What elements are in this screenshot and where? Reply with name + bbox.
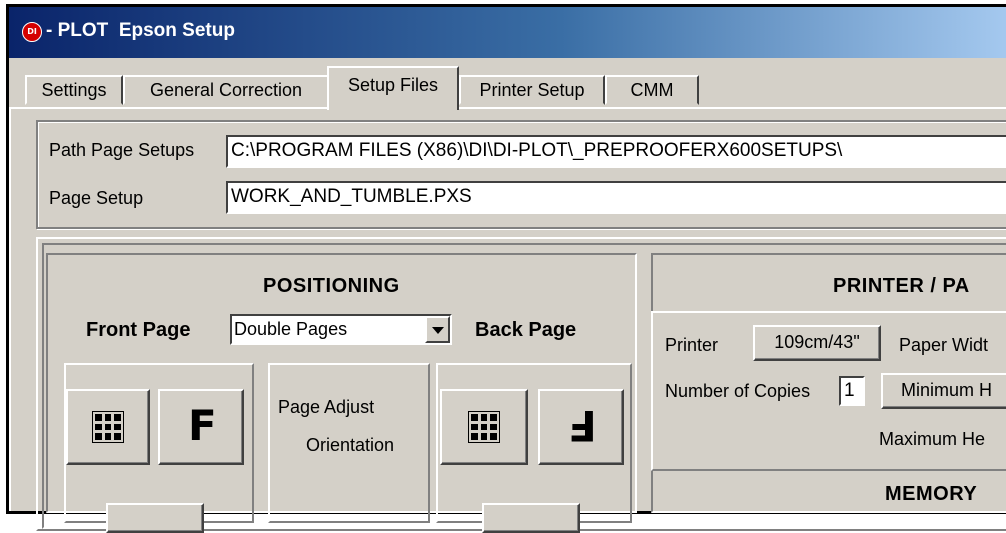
- back-page-subpanel: F: [436, 363, 632, 533]
- tab-bar: Settings General Correction Setup Files …: [9, 58, 1006, 110]
- printer-paper-panel: PRINTER / PA Printer 109cm/43" Paper Wid…: [651, 253, 1006, 513]
- chevron-down-icon[interactable]: [425, 316, 450, 343]
- title-bar[interactable]: DI - PLOT Epson Setup: [9, 7, 1006, 58]
- paper-width-label: Paper Widt: [899, 335, 989, 355]
- tab-printer-setup[interactable]: Printer Setup: [459, 75, 605, 105]
- back-f-glyph-rotated: F: [568, 401, 597, 450]
- printer-label: Printer: [665, 335, 719, 355]
- tab-setup-files[interactable]: Setup Files: [327, 66, 459, 110]
- front-page-select[interactable]: Double Pages: [230, 314, 452, 345]
- tab-general-correction[interactable]: General Correction: [123, 75, 329, 105]
- grid-icon: [92, 411, 124, 443]
- window-body: DI - PLOT Epson Setup Settings General C…: [9, 7, 1006, 533]
- minimum-height-button[interactable]: Minimum H: [881, 373, 1006, 409]
- front-layout-button[interactable]: [66, 389, 150, 465]
- page-adjust-label: Page Adjust: [278, 397, 375, 417]
- printer-subpanel: Printer 109cm/43" Paper Widt Number of C…: [651, 311, 1006, 471]
- window-title: - PLOT Epson Setup: [46, 20, 235, 41]
- memory-header: MEMORY: [885, 483, 978, 505]
- front-page-select-value: Double Pages: [234, 319, 348, 339]
- orientation-label: Orientation: [306, 435, 395, 455]
- back-extra-button[interactable]: [482, 503, 580, 533]
- front-page-label: Front Page: [86, 319, 191, 341]
- front-orientation-button[interactable]: F: [158, 389, 244, 465]
- page-adjust-subpanel: Page Adjust Orientation: [268, 363, 430, 523]
- path-settings-group: Path Page Setups C:\PROGRAM FILES (X86)\…: [36, 120, 1006, 229]
- positioning-header: POSITIONING: [263, 275, 400, 297]
- printer-paper-header: PRINTER / PA: [833, 275, 970, 297]
- number-of-copies-label: Number of Copies: [665, 381, 811, 401]
- positioning-panel: POSITIONING Front Page Double Pages Back…: [46, 253, 637, 533]
- page-setup-field[interactable]: WORK_AND_TUMBLE.PXS: [226, 181, 1006, 214]
- path-page-setups-label: Path Page Setups: [49, 140, 195, 160]
- copies-input[interactable]: 1: [839, 376, 865, 406]
- front-extra-button[interactable]: [106, 503, 204, 533]
- page-setup-label: Page Setup: [49, 188, 144, 208]
- printer-size-button[interactable]: 109cm/43": [753, 325, 881, 361]
- back-orientation-button[interactable]: F: [538, 389, 624, 465]
- front-page-subpanel: F: [64, 363, 254, 533]
- back-layout-button[interactable]: [440, 389, 528, 465]
- back-page-label: Back Page: [475, 319, 577, 341]
- tab-settings[interactable]: Settings: [25, 75, 123, 105]
- maximum-height-label: Maximum He: [879, 429, 986, 449]
- tab-cmm[interactable]: CMM: [605, 75, 699, 105]
- app-window: DI - PLOT Epson Setup Settings General C…: [6, 4, 1006, 533]
- app-logo-icon: DI: [22, 22, 42, 42]
- path-page-setups-field[interactable]: C:\PROGRAM FILES (X86)\DI\DI-PLOT\_PREPR…: [226, 135, 1006, 168]
- grid-icon: [468, 411, 500, 443]
- front-f-glyph: F: [188, 401, 217, 450]
